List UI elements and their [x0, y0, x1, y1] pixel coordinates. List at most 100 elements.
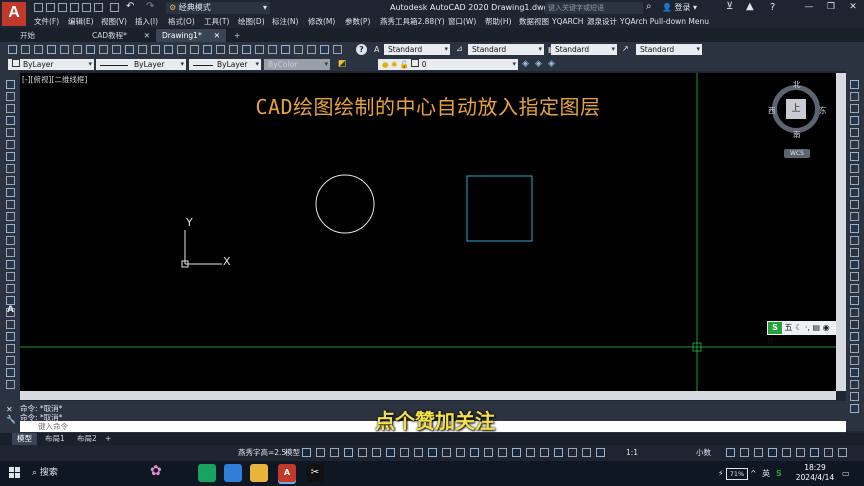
power-icon[interactable]: ⚡: [718, 461, 724, 486]
text-style-select[interactable]: Standard: [384, 44, 450, 55]
toolbar-tool-icon[interactable]: [442, 448, 451, 457]
toolbar-tool-icon[interactable]: [333, 45, 342, 54]
toolbar-tool-icon[interactable]: [498, 448, 507, 457]
toolbar-tool-icon[interactable]: [6, 176, 15, 185]
toolbar-tool-icon[interactable]: [21, 45, 30, 54]
close-button[interactable]: ✕: [842, 0, 864, 16]
a360-icon[interactable]: ▲: [746, 1, 754, 12]
toolbar-tool-icon[interactable]: [526, 448, 535, 457]
clock[interactable]: 18:29 2024/4/14: [790, 463, 840, 483]
menu-view[interactable]: 视图(V): [101, 16, 127, 28]
toolbar-tool-icon[interactable]: [850, 248, 859, 257]
viewcube[interactable]: 上 北 南 东 西: [768, 80, 827, 140]
toolbar-tool-icon[interactable]: [255, 45, 264, 54]
toolbar-tool-icon[interactable]: [796, 448, 805, 457]
drawing-canvas[interactable]: [-][俯视][二维线框] CAD绘图绘制的中心自动放入指定图层 Y X 上 北…: [20, 73, 836, 391]
toolbar-tool-icon[interactable]: [344, 448, 353, 457]
taskbar-app-green-icon[interactable]: [198, 464, 216, 482]
viewcube-south[interactable]: 南: [793, 129, 801, 140]
menu-help[interactable]: 帮助(H): [485, 16, 512, 28]
menu-modify[interactable]: 修改(M): [308, 16, 335, 28]
toolbar-tool-icon[interactable]: [850, 92, 859, 101]
menu-parametric[interactable]: 参数(P): [345, 16, 370, 28]
autocad-taskbar-icon[interactable]: A: [278, 464, 296, 482]
toolbar-tool-icon[interactable]: [850, 272, 859, 281]
toolbar-tool-icon[interactable]: [307, 45, 316, 54]
toolbar-tool-icon[interactable]: [358, 448, 367, 457]
toolbar-tool-icon[interactable]: [6, 188, 15, 197]
toolbar-tool-icon[interactable]: [302, 448, 311, 457]
menu-tools[interactable]: 工具(T): [204, 16, 229, 28]
restore-button[interactable]: ❐: [820, 0, 842, 16]
taskbar-search[interactable]: ⌕ 搜索: [28, 464, 148, 483]
toolbar-tool-icon[interactable]: [73, 45, 82, 54]
plot-style-select[interactable]: ByColor: [264, 59, 330, 70]
decorative-widget-icon[interactable]: ✿: [150, 463, 180, 483]
toolbar-tool-icon[interactable]: [850, 224, 859, 233]
toolbar-tool-icon[interactable]: [850, 152, 859, 161]
tab-start[interactable]: 开始: [14, 29, 86, 42]
tab-layout2[interactable]: 布局2: [72, 433, 102, 445]
toolbar-tool-icon[interactable]: [6, 104, 15, 113]
ime-keyboard-icon[interactable]: ▤: [812, 323, 820, 332]
search-input[interactable]: 键入关键字或短语: [545, 2, 643, 14]
menu-insert[interactable]: 插入(I): [135, 16, 158, 28]
toolbar-tool-icon[interactable]: [850, 332, 859, 341]
toolbar-tool-icon[interactable]: [850, 212, 859, 221]
toolbar-tool-icon[interactable]: [850, 140, 859, 149]
ime-menu-icon[interactable]: ⠿: [767, 337, 773, 346]
toolbar-tool-icon[interactable]: [414, 448, 423, 457]
viewcube-top-face[interactable]: 上: [786, 99, 806, 119]
toolbar-tool-icon[interactable]: [400, 448, 409, 457]
ime-language[interactable]: 英: [762, 461, 770, 486]
redo-icon[interactable]: ↷: [146, 1, 154, 12]
menu-yqarch[interactable]: YQARCH: [552, 16, 583, 28]
mleader-style-select[interactable]: Standard: [636, 44, 702, 55]
toolbar-tool-icon[interactable]: [824, 448, 833, 457]
ime-toolbar[interactable]: S 五 ☾ ·, ▤ ◉ ⠿: [767, 321, 836, 346]
linetype-select[interactable]: ByLayer: [96, 59, 186, 70]
toolbar-tool-icon[interactable]: [216, 45, 225, 54]
lineweight-select[interactable]: ByLayer: [189, 59, 261, 70]
toolbar-tool-icon[interactable]: [582, 448, 591, 457]
toolbar-tool-icon[interactable]: [850, 308, 859, 317]
toolbar-tool-icon[interactable]: [512, 448, 521, 457]
menu-yanxiu[interactable]: 燕秀工具箱2.88(Y): [380, 16, 445, 28]
viewcube-east[interactable]: 东: [819, 105, 827, 116]
toolbar-tool-icon[interactable]: [850, 368, 859, 377]
color-select[interactable]: ByLayer: [8, 59, 94, 70]
layer-state-icon[interactable]: ◈: [548, 59, 555, 69]
binoculars-icon[interactable]: ⌕: [646, 1, 652, 12]
toolbar-tool-icon[interactable]: [60, 45, 69, 54]
toolbar-tool-icon[interactable]: [850, 296, 859, 305]
toolbar-tool-icon[interactable]: [568, 448, 577, 457]
menu-edit[interactable]: 编辑(E): [68, 16, 94, 28]
toolbar-tool-icon[interactable]: [386, 448, 395, 457]
toolbar-tool-icon[interactable]: [6, 272, 15, 281]
toolbar-tool-icon[interactable]: [6, 140, 15, 149]
toolbar-tool-icon[interactable]: [99, 45, 108, 54]
file-explorer-icon[interactable]: [250, 464, 268, 482]
vertical-scrollbar[interactable]: [836, 73, 846, 391]
toolbar-tool-icon[interactable]: [86, 45, 95, 54]
menu-draw[interactable]: 绘图(D): [238, 16, 265, 28]
notification-icon[interactable]: ▭: [842, 461, 850, 486]
new-file-icon[interactable]: [34, 3, 43, 12]
save-as-icon[interactable]: [70, 3, 79, 12]
toolbar-tool-icon[interactable]: [6, 224, 15, 233]
new-tab-button[interactable]: +: [228, 29, 246, 42]
toolbar-tool-icon[interactable]: [850, 260, 859, 269]
minimize-button[interactable]: —: [798, 0, 820, 16]
toolbar-tool-icon[interactable]: [6, 200, 15, 209]
toolbar-tool-icon[interactable]: [47, 45, 56, 54]
tab-model[interactable]: 模型: [12, 433, 37, 445]
help-button[interactable]: ?: [770, 2, 775, 13]
cart-icon[interactable]: ⊻: [726, 1, 733, 12]
toolbar-tool-icon[interactable]: [6, 92, 15, 101]
toolbar-tool-icon[interactable]: [6, 260, 15, 269]
toolbar-tool-icon[interactable]: [850, 164, 859, 173]
layer-select[interactable]: ● ✺ 🔓 0: [378, 59, 518, 70]
layer-properties-icon[interactable]: ◩: [338, 59, 347, 69]
ime-user-icon[interactable]: ◉: [823, 323, 830, 332]
add-layout-button[interactable]: +: [100, 433, 116, 445]
